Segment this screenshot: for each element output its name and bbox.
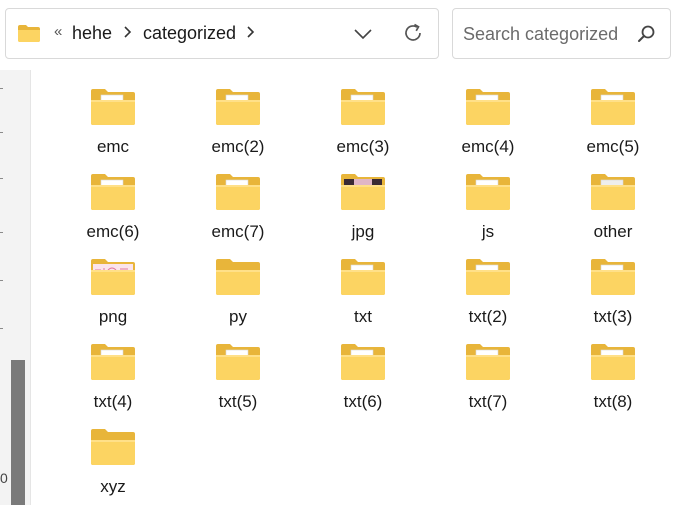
pane-marker	[0, 132, 3, 133]
folder-item[interactable]: txt	[303, 250, 423, 332]
pane-marker	[0, 178, 3, 179]
folder-icon	[216, 89, 260, 125]
folder-icon	[91, 429, 135, 465]
folder-label: emc	[96, 137, 130, 156]
folder-icon	[91, 89, 135, 125]
search-icon[interactable]	[636, 24, 656, 44]
folder-item[interactable]: xyz	[53, 420, 173, 502]
folder-label: xyz	[100, 477, 126, 496]
folder-icon	[341, 174, 385, 210]
folder-label: txt(7)	[468, 392, 508, 411]
folder-item[interactable]: txt(2)	[428, 250, 548, 332]
folder-label: emc(4)	[461, 137, 515, 156]
folder-item[interactable]: txt(8)	[553, 335, 673, 417]
breadcrumb-item-categorized[interactable]: categorized	[143, 23, 236, 44]
address-bar[interactable]: « hehe categorized	[5, 8, 439, 59]
folder-icon	[216, 259, 260, 295]
folder-item[interactable]: emc(6)	[53, 165, 173, 247]
folder-item[interactable]: emc(3)	[303, 80, 423, 162]
pane-divider	[30, 70, 31, 505]
breadcrumb-item-hehe[interactable]: hehe	[72, 23, 112, 44]
folder-item[interactable]: emc(5)	[553, 80, 673, 162]
folder-item[interactable]: emc(2)	[178, 80, 298, 162]
folder-label: txt(8)	[593, 392, 633, 411]
chevron-right-icon[interactable]	[121, 22, 135, 42]
folder-label: txt	[354, 307, 372, 326]
pane-marker	[0, 328, 3, 329]
folder-item[interactable]: emc(7)	[178, 165, 298, 247]
folder-icon	[591, 259, 635, 295]
folder-label: txt(3)	[593, 307, 633, 326]
folder-label: txt(5)	[218, 392, 258, 411]
chevron-down-icon[interactable]	[352, 23, 374, 45]
folder-icon	[341, 344, 385, 380]
folder-label: emc(3)	[336, 137, 390, 156]
file-grid: emc emc(2) emc(3) emc(4) emc(5) emc(6) emc(7) j…	[53, 80, 673, 505]
pane-partial-text: 0	[0, 470, 8, 486]
folder-icon	[91, 344, 135, 380]
folder-label: other	[593, 222, 633, 241]
folder-item[interactable]: emc(4)	[428, 80, 548, 162]
folder-item[interactable]: txt(6)	[303, 335, 423, 417]
folder-icon	[216, 174, 260, 210]
folder-icon	[466, 174, 510, 210]
pane-marker	[0, 280, 3, 281]
breadcrumb-overflow[interactable]: «	[54, 23, 62, 40]
folder-icon	[341, 259, 385, 295]
chevron-right-icon[interactable]	[244, 22, 258, 42]
folder-item[interactable]: jpg	[303, 165, 423, 247]
folder-label: emc(5)	[586, 137, 640, 156]
folder-icon	[216, 344, 260, 380]
folder-item[interactable]: txt(4)	[53, 335, 173, 417]
folder-item[interactable]: txt(5)	[178, 335, 298, 417]
folder-item[interactable]: txt(3)	[553, 250, 673, 332]
folder-icon	[91, 259, 135, 295]
folder-icon	[466, 89, 510, 125]
refresh-icon[interactable]	[401, 21, 425, 45]
search-box[interactable]: Search categorized	[452, 8, 671, 59]
folder-item[interactable]: txt(7)	[428, 335, 548, 417]
search-input[interactable]: Search categorized	[463, 24, 618, 45]
folder-icon	[466, 344, 510, 380]
toolbar: « hehe categorized Search categorized	[0, 0, 678, 70]
folder-icon	[591, 174, 635, 210]
pane-marker	[0, 88, 3, 89]
folder-item[interactable]: emc	[53, 80, 173, 162]
folder-item[interactable]: py	[178, 250, 298, 332]
pane-marker	[0, 232, 3, 233]
folder-label: jpg	[351, 222, 375, 241]
folder-label: js	[481, 222, 495, 241]
folder-icon	[341, 89, 385, 125]
folder-label: txt(6)	[343, 392, 383, 411]
folder-icon	[18, 25, 40, 42]
folder-icon	[591, 89, 635, 125]
folder-label: txt(2)	[468, 307, 508, 326]
folder-item[interactable]: png	[53, 250, 173, 332]
folder-label: emc(6)	[86, 222, 140, 241]
folder-item[interactable]: js	[428, 165, 548, 247]
folder-icon	[466, 259, 510, 295]
folder-icon	[91, 174, 135, 210]
folder-item[interactable]: other	[553, 165, 673, 247]
scrollbar-thumb[interactable]	[11, 360, 25, 505]
folder-icon	[591, 344, 635, 380]
folder-label: emc(7)	[211, 222, 265, 241]
folder-label: png	[98, 307, 128, 326]
folder-label: py	[229, 307, 247, 326]
folder-label: txt(4)	[93, 392, 133, 411]
folder-label: emc(2)	[211, 137, 265, 156]
